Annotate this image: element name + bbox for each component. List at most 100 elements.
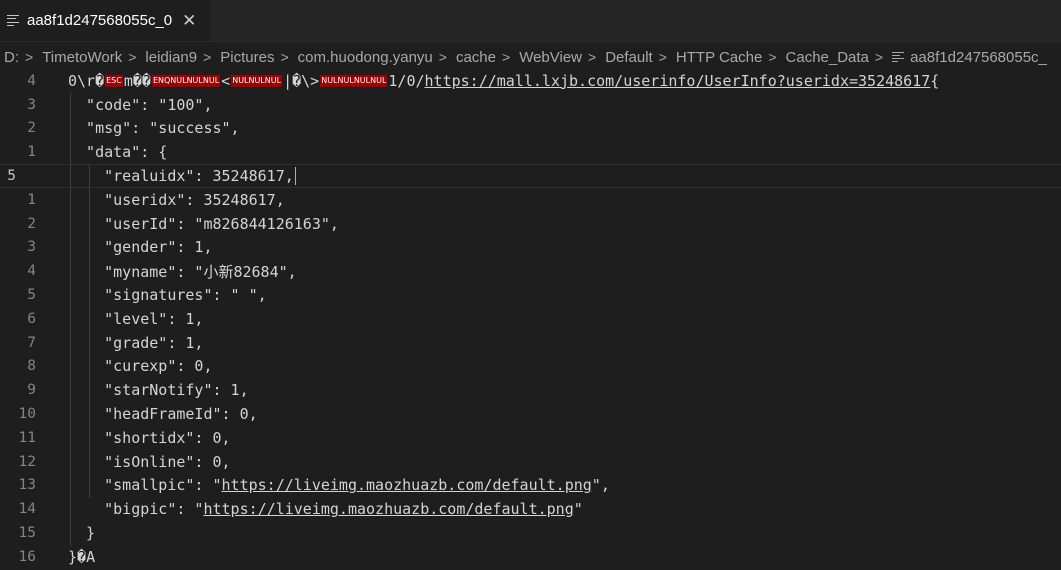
line-number: 9 (27, 382, 36, 399)
line-number: 12 (18, 453, 36, 470)
code-line[interactable]: 12 "isOnline": 0, (0, 450, 1061, 474)
code-text: "msg": "success", (68, 119, 240, 138)
close-icon[interactable]: ✕ (182, 12, 196, 29)
code-line[interactable]: 10 "headFrameId": 0, (0, 402, 1061, 426)
code-text: "level": 1, (68, 309, 204, 328)
breadcrumb-item[interactable]: cache (452, 49, 496, 66)
code-line[interactable]: 4 "myname": "小新82684", (0, 259, 1061, 283)
line-number: 11 (18, 429, 36, 446)
code-text: "smallpic": "https://liveimg.maozhuazb.c… (68, 476, 610, 495)
text-cursor (294, 167, 296, 186)
breadcrumb-item[interactable]: com.huodong.yanyu (294, 49, 433, 66)
breadcrumb-item[interactable]: HTTP Cache (672, 49, 762, 66)
line-number: 7 (27, 334, 36, 351)
tab-title: aa8f1d247568055c_0 (27, 12, 173, 29)
code-text: "grade": 1, (68, 333, 204, 352)
chevron-right-icon: > (874, 49, 884, 65)
chevron-right-icon: > (438, 49, 447, 65)
breadcrumb-file[interactable]: aa8f1d247568055c_ (910, 49, 1047, 66)
line-number: 4 (27, 263, 36, 280)
line-number: 3 (27, 96, 36, 113)
url-link[interactable]: https://mall.lxjb.com/userinfo/UserInfo?… (425, 72, 931, 90)
breadcrumb-item[interactable]: Pictures (216, 49, 274, 66)
chevron-right-icon: > (280, 49, 289, 65)
code-line[interactable]: 6 "level": 1, (0, 307, 1061, 331)
line-number: 15 (18, 525, 36, 542)
code-line[interactable]: 16 }�A (0, 545, 1061, 569)
editor-tab[interactable]: aa8f1d247568055c_0 ✕ (0, 0, 211, 41)
code-text: "userId": "m826844126163", (68, 214, 339, 233)
breadcrumb-item[interactable]: Cache_Data (782, 49, 869, 66)
code-text: "myname": "小新82684", (68, 262, 297, 281)
line-number: 5 (27, 287, 36, 304)
code-line[interactable]: 2 "msg": "success", (0, 117, 1061, 141)
code-text: "useridx": 35248617, (68, 190, 285, 209)
line-number: 6 (27, 310, 36, 327)
code-line[interactable]: 11 "shortidx": 0, (0, 426, 1061, 450)
tab-bar: aa8f1d247568055c_0 ✕ (0, 0, 1061, 42)
chevron-right-icon: > (588, 49, 597, 65)
code-text: "curexp": 0, (68, 357, 213, 376)
code-text: "gender": 1, (68, 238, 213, 257)
code-text: }�A (68, 547, 96, 566)
chevron-right-icon: > (502, 49, 511, 65)
chevron-right-icon: > (25, 49, 34, 65)
line-number: 14 (18, 501, 36, 518)
breadcrumb-item[interactable]: Default (601, 49, 653, 66)
code-line[interactable]: 3 "gender": 1, (0, 236, 1061, 260)
code-text: "realuidx": 35248617, (68, 166, 296, 186)
control-char-badge: NULNULNUL (231, 75, 283, 88)
chevron-right-icon: > (128, 49, 137, 65)
file-text-icon (7, 14, 21, 28)
breadcrumb-item[interactable]: leidian9 (141, 49, 197, 66)
breadcrumb-item[interactable]: TimetoWork (38, 49, 122, 66)
code-line-current[interactable]: 5 "realuidx": 35248617, (0, 164, 1061, 188)
breadcrumb: D: > TimetoWork > leidian9 > Pictures > … (0, 44, 1061, 70)
breadcrumb-item[interactable]: WebView (515, 49, 582, 66)
control-char-badge: NULNULNULNUL (320, 75, 388, 88)
chevron-right-icon: > (203, 49, 212, 65)
code-line[interactable]: 9 "starNotify": 1, (0, 378, 1061, 402)
control-char-badge: ESC (105, 75, 123, 88)
control-char-badge: ENQNULNULNUL (151, 75, 221, 88)
code-text: "code": "100", (68, 95, 213, 114)
code-text: "bigpic": "https://liveimg.maozhuazb.com… (68, 500, 583, 519)
line-number: 5 (7, 168, 16, 185)
line-number: 1 (27, 144, 36, 161)
file-text-icon (892, 51, 905, 63)
line-number: 10 (18, 406, 36, 423)
line-number: 13 (18, 477, 36, 494)
code-line[interactable]: 2 "userId": "m826844126163", (0, 212, 1061, 236)
line-number: 8 (27, 358, 36, 375)
code-line[interactable]: 14 "bigpic": "https://liveimg.maozhuazb.… (0, 497, 1061, 521)
code-text: "shortidx": 0, (68, 428, 231, 447)
code-line[interactable]: 1 "data": { (0, 140, 1061, 164)
line-number: 1 (27, 191, 36, 208)
code-text: 0\r� ESC m�� ENQNULNULNUL < NULNULNUL |�\> NULN… (68, 71, 940, 90)
code-line[interactable]: 8 "curexp": 0, (0, 355, 1061, 379)
code-text: "starNotify": 1, (68, 381, 249, 400)
url-link[interactable]: https://liveimg.maozhuazb.com/default.pn… (203, 500, 573, 518)
line-number: 2 (27, 215, 36, 232)
chevron-right-icon: > (768, 49, 777, 65)
code-line[interactable]: 7 "grade": 1, (0, 331, 1061, 355)
line-number: 16 (18, 548, 36, 565)
line-number: 4 (27, 72, 36, 89)
code-text: "headFrameId": 0, (68, 405, 258, 424)
code-line[interactable]: 4 0\r� ESC m�� ENQNULNULNUL < NULNULNUL |�\> NU… (0, 69, 1061, 93)
code-line[interactable]: 1 "useridx": 35248617, (0, 188, 1061, 212)
url-link[interactable]: https://liveimg.maozhuazb.com/default.pn… (222, 476, 592, 494)
code-text: } (68, 524, 96, 543)
breadcrumb-item[interactable]: D: (0, 49, 19, 66)
code-text: "data": { (68, 143, 168, 162)
code-text: "isOnline": 0, (68, 452, 231, 471)
code-text: "signatures": " ", (68, 286, 267, 305)
code-line[interactable]: 3 "code": "100", (0, 93, 1061, 117)
code-line[interactable]: 5 "signatures": " ", (0, 283, 1061, 307)
code-editor[interactable]: 4 0\r� ESC m�� ENQNULNULNUL < NULNULNUL |�\> NU… (0, 69, 1061, 570)
line-number: 3 (27, 239, 36, 256)
chevron-right-icon: > (658, 49, 667, 65)
code-line[interactable]: 13 "smallpic": "https://liveimg.maozhuaz… (0, 474, 1061, 498)
line-number: 2 (27, 120, 36, 137)
code-line[interactable]: 15 } (0, 521, 1061, 545)
